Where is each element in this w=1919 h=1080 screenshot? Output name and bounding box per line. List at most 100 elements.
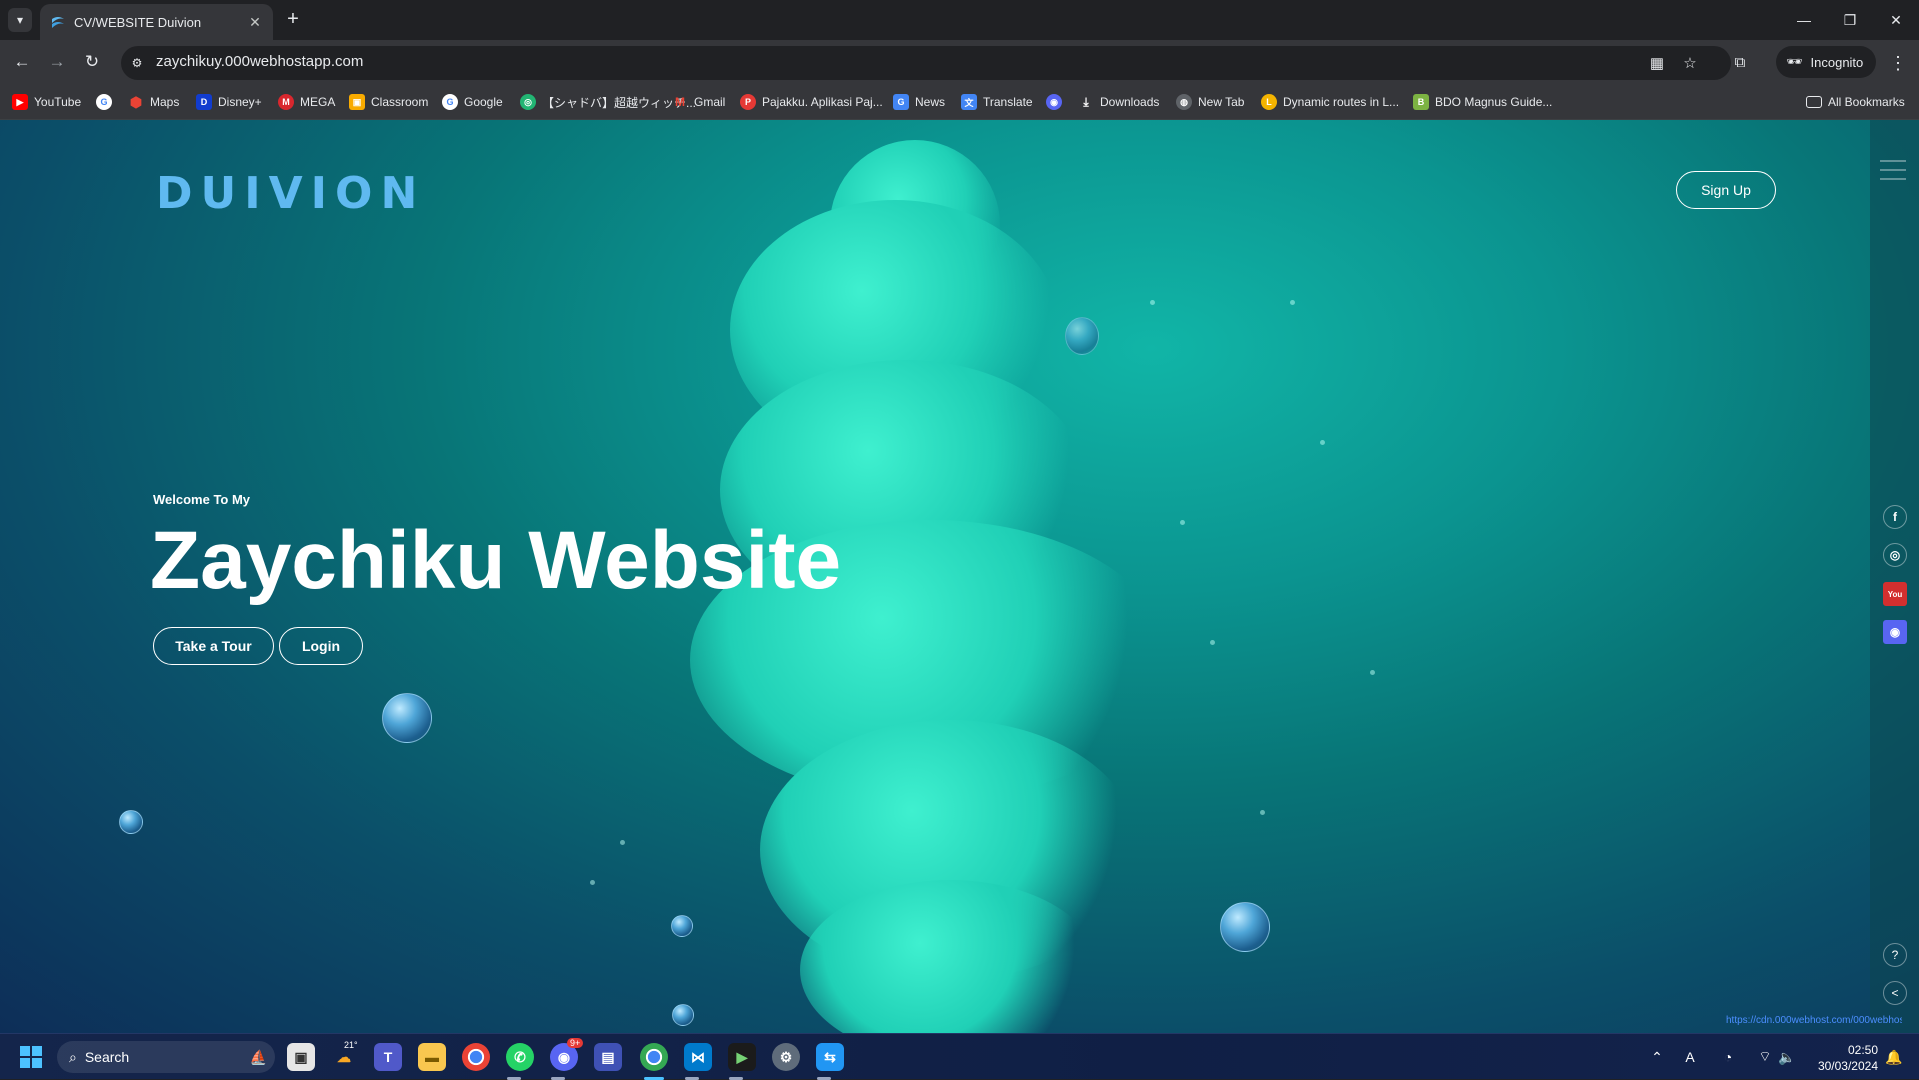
search-highlight-icon: ⛵ bbox=[249, 1048, 267, 1065]
volume-icon[interactable]: 🔈 bbox=[1777, 1047, 1797, 1067]
settings-gear-icon[interactable]: ⚙ bbox=[772, 1043, 800, 1071]
chevron-up-icon[interactable]: ⌃ bbox=[1647, 1047, 1667, 1067]
clock-date: 30/03/2024 bbox=[1817, 1059, 1878, 1073]
taskbar: ⌕ Search ⛵ ▣ ☁ 21° T ▬ ✆ ◉ 9+ ▤ ⋈ ▶ ⚙ ⇆ … bbox=[0, 1033, 1919, 1080]
bookmark-google-1[interactable]: G bbox=[96, 92, 112, 112]
help-icon[interactable]: ? bbox=[1883, 943, 1907, 967]
minimize-icon[interactable]: — bbox=[1781, 0, 1827, 40]
chrome-incognito-icon[interactable] bbox=[640, 1043, 668, 1071]
android-studio-icon[interactable]: ▶ bbox=[728, 1043, 756, 1071]
close-tab-icon[interactable]: ✕ bbox=[247, 14, 263, 30]
close-window-icon[interactable]: ✕ bbox=[1873, 0, 1919, 40]
site-favicon-icon bbox=[52, 17, 64, 28]
pen-icon[interactable]: A bbox=[1680, 1047, 1700, 1067]
tab-title: CV/WEBSITE Duivion bbox=[74, 14, 202, 30]
site-logo[interactable]: DUIVION bbox=[156, 168, 425, 219]
bubble bbox=[119, 810, 143, 834]
mega-icon: M bbox=[278, 94, 294, 110]
instagram-icon[interactable]: ◎ bbox=[1883, 543, 1907, 567]
google-icon: G bbox=[96, 94, 112, 110]
maps-icon: ⬢ bbox=[129, 93, 143, 110]
site-info-icon[interactable]: ⚙ bbox=[128, 54, 146, 72]
bookmark-youtube[interactable]: ▶ YouTube bbox=[12, 92, 81, 112]
particle bbox=[1260, 810, 1265, 815]
youtube-icon[interactable]: You bbox=[1883, 582, 1907, 606]
incognito-badge[interactable]: 🕶 Incognito bbox=[1776, 46, 1876, 78]
bookmark-disney[interactable]: D Disney+ bbox=[196, 92, 262, 112]
pajakku-icon: P bbox=[740, 94, 756, 110]
vscode-icon[interactable]: ⋈ bbox=[684, 1043, 712, 1071]
bubble bbox=[671, 915, 693, 937]
url-text[interactable]: zaychikuy.000webhostapp.com bbox=[156, 53, 363, 70]
bookmark-shadowverse[interactable]: ◎ 【シャドバ】超越ウィッチ... bbox=[520, 92, 696, 112]
youtube-icon: ▶ bbox=[12, 94, 28, 110]
hamburger-menu-icon[interactable] bbox=[1880, 160, 1906, 184]
discord-icon[interactable]: ◉ bbox=[1883, 620, 1907, 644]
particle bbox=[1210, 640, 1215, 645]
discord-badge: 9+ bbox=[567, 1038, 584, 1048]
all-bookmarks-button[interactable]: All Bookmarks bbox=[1806, 92, 1905, 112]
whatsapp-icon[interactable]: ✆ bbox=[506, 1043, 534, 1071]
qr-code-icon[interactable]: ▦ bbox=[1647, 53, 1667, 73]
clock-time: 02:50 bbox=[1847, 1043, 1878, 1057]
remote-desktop-icon[interactable]: ⇆ bbox=[816, 1043, 844, 1071]
bookmark-dynamic-routes[interactable]: L Dynamic routes in L... bbox=[1261, 92, 1399, 112]
bdo-icon: B bbox=[1413, 94, 1429, 110]
particle bbox=[1150, 300, 1155, 305]
bookmark-downloads[interactable]: ⤓ Downloads bbox=[1078, 92, 1159, 112]
bookmark-bdo[interactable]: B BDO Magnus Guide... bbox=[1413, 92, 1552, 112]
welcome-text: Welcome To My bbox=[153, 492, 251, 507]
share-icon[interactable]: < bbox=[1883, 981, 1907, 1005]
bookmark-classroom[interactable]: ▣ Classroom bbox=[349, 92, 428, 112]
bookmark-gmail[interactable]: M Gmail bbox=[672, 92, 725, 112]
teams-icon[interactable]: T bbox=[374, 1043, 402, 1071]
search-label: Search bbox=[84, 1049, 130, 1065]
forward-arrow-icon[interactable]: → bbox=[45, 50, 69, 74]
broken-footer-image[interactable]: https://cdn.000webhost.com/000webhost/lo… bbox=[1726, 1015, 1902, 1031]
notification-icon[interactable]: 🔔 bbox=[1884, 1047, 1904, 1067]
laravel-icon: L bbox=[1261, 94, 1277, 110]
game-icon: ◎ bbox=[520, 94, 536, 110]
login-button[interactable]: Login bbox=[279, 627, 363, 665]
bookmark-star-icon[interactable]: ☆ bbox=[1680, 53, 1700, 73]
bubble bbox=[1065, 317, 1099, 355]
incognito-icon: 🕶 bbox=[1786, 54, 1803, 69]
new-tab-button[interactable]: + bbox=[281, 8, 305, 32]
back-arrow-icon[interactable]: ← bbox=[10, 50, 34, 74]
incognito-label: Incognito bbox=[1810, 54, 1864, 70]
system-clock[interactable]: 02:50 30/03/2024 bbox=[1810, 1042, 1878, 1074]
wifi-icon[interactable]: ⌔ bbox=[1755, 1047, 1775, 1067]
save-app-icon[interactable]: ▤ bbox=[594, 1043, 622, 1071]
file-explorer-icon[interactable]: ▬ bbox=[418, 1043, 446, 1071]
bookmark-discord[interactable]: ◉ bbox=[1046, 92, 1062, 112]
browser-menu-icon[interactable]: ⋮ bbox=[1888, 52, 1908, 74]
globe-icon: ◍ bbox=[1176, 94, 1192, 110]
translate-icon: 文 bbox=[961, 94, 977, 110]
bookmark-google-2[interactable]: G Google bbox=[442, 92, 503, 112]
particle bbox=[1320, 440, 1325, 445]
taskbar-search[interactable]: ⌕ Search ⛵ bbox=[57, 1041, 275, 1073]
take-a-tour-button[interactable]: Take a Tour bbox=[153, 627, 274, 665]
bookmark-maps[interactable]: ⬢ Maps bbox=[128, 92, 179, 112]
bookmark-pajakku[interactable]: P Pajakku. Aplikasi Paj... bbox=[740, 92, 883, 112]
gmail-icon: M bbox=[675, 95, 685, 109]
restore-icon[interactable]: ❐ bbox=[1827, 0, 1873, 40]
search-icon: ⌕ bbox=[69, 1048, 77, 1065]
sync-icon[interactable]: ◔ bbox=[1718, 1047, 1738, 1067]
chrome-icon[interactable] bbox=[462, 1043, 490, 1071]
facebook-icon[interactable]: f bbox=[1883, 505, 1907, 529]
hero-section: DUIVION Sign Up Welcome To My Zaychiku W… bbox=[0, 120, 1919, 1033]
tab-search-button[interactable]: ▾ bbox=[8, 8, 32, 32]
sign-up-button[interactable]: Sign Up bbox=[1676, 171, 1776, 209]
bookmark-new-tab[interactable]: ◍ New Tab bbox=[1176, 92, 1244, 112]
bookmark-translate[interactable]: 文 Translate bbox=[961, 92, 1033, 112]
bookmark-mega[interactable]: M MEGA bbox=[278, 92, 335, 112]
extensions-icon[interactable]: ⧉ bbox=[1730, 52, 1750, 72]
bookmark-news[interactable]: G News bbox=[893, 92, 945, 112]
reload-icon[interactable]: ↻ bbox=[80, 50, 104, 74]
disney-icon: D bbox=[196, 94, 212, 110]
windows-start-icon[interactable] bbox=[20, 1046, 42, 1068]
active-tab[interactable]: CV/WEBSITE Duivion ✕ bbox=[40, 4, 273, 40]
folder-icon bbox=[1806, 96, 1822, 108]
task-view-icon[interactable]: ▣ bbox=[287, 1043, 315, 1071]
